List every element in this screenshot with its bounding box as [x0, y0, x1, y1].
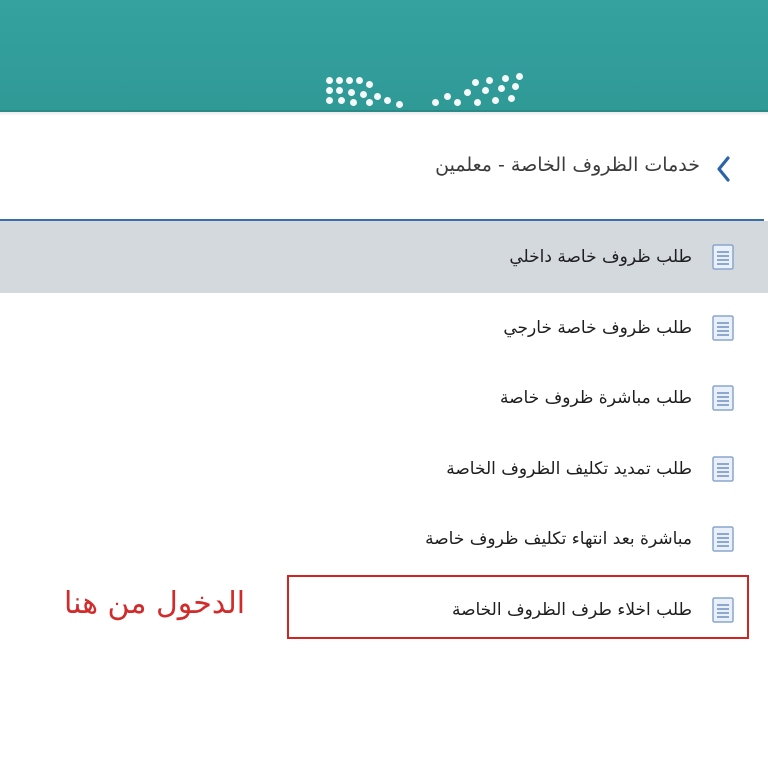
menu-item[interactable]: طلب تمديد تكليف الظروف الخاصة	[0, 433, 768, 505]
chevron-left-icon[interactable]	[712, 154, 734, 184]
document-icon	[712, 385, 734, 411]
annotation-label: الدخول من هنا	[64, 586, 246, 621]
menu-item-label: طلب مباشرة ظروف خاصة	[500, 388, 692, 408]
menu-item-label: طلب تمديد تكليف الظروف الخاصة	[446, 458, 692, 479]
document-icon	[712, 455, 734, 482]
menu-item-label: مباشرة بعد انتهاء تكليف ظروف خاصة	[425, 529, 692, 549]
document-icon	[712, 314, 734, 341]
document-icon	[712, 526, 734, 552]
menu-item[interactable]: مباشرة بعد انتهاء تكليف ظروف خاصة	[0, 503, 768, 575]
title-row: خدمات الظروف الخاصة - معلمين	[0, 128, 768, 214]
app-header	[0, 0, 768, 112]
menu-item[interactable]: طلب ظروف خاصة داخلي	[0, 221, 768, 293]
menu-item[interactable]: طلب مباشرة ظروف خاصة	[0, 362, 768, 434]
menu-item-label: طلب ظروف خاصة داخلي	[509, 247, 692, 267]
page-title: خدمات الظروف الخاصة - معلمين	[435, 154, 700, 176]
highlight-box	[287, 575, 749, 639]
document-icon	[712, 244, 734, 270]
menu-item[interactable]: طلب ظروف خاصة خارجي	[0, 292, 768, 364]
header-shadow	[0, 110, 768, 116]
menu-item-label: طلب ظروف خاصة خارجي	[503, 317, 692, 338]
ministry-logo	[322, 73, 527, 111]
